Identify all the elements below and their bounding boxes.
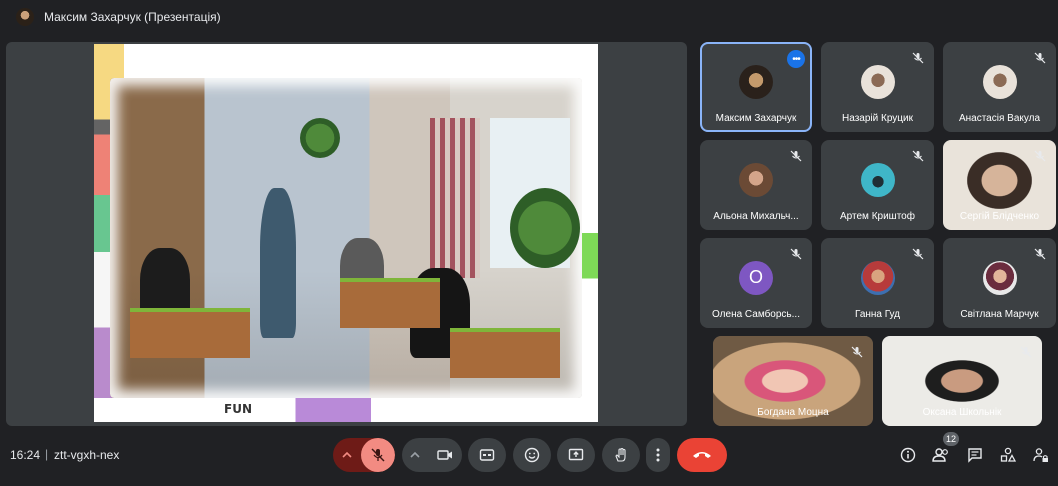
participant-tile[interactable]: О Олена Самборсь... (700, 238, 812, 328)
classroom-photo (110, 78, 582, 398)
photo-plant (300, 118, 340, 158)
captions-icon (479, 447, 495, 463)
photo-plant (510, 188, 580, 268)
more-vertical-icon (656, 448, 660, 462)
participant-avatar (860, 260, 895, 295)
participant-tile[interactable]: Альона Михальч... (700, 140, 812, 230)
participant-tile[interactable]: Богдана Моцна (713, 336, 873, 426)
participant-name: Олена Самборсь... (712, 309, 800, 320)
mic-off-icon (370, 447, 386, 463)
participant-tile[interactable]: Світлана Марчук (943, 238, 1056, 328)
mic-control-group (333, 438, 395, 472)
participant-name: Анастасія Вакула (958, 113, 1041, 124)
participant-avatar: О (739, 260, 773, 295)
photo-desk (450, 328, 560, 378)
photo-teacher (260, 188, 296, 338)
captions-button[interactable] (468, 438, 506, 472)
people-button[interactable] (931, 445, 951, 465)
tile-options-button[interactable]: ••• (787, 50, 805, 68)
camera-control-group (402, 438, 462, 472)
chat-button[interactable] (965, 445, 985, 465)
shared-slide: FUN (94, 44, 598, 422)
activities-button[interactable] (998, 445, 1018, 465)
participant-avatar (739, 162, 773, 197)
mic-off-icon (1032, 246, 1048, 262)
participant-name: Артем Криштоф (840, 211, 915, 222)
participant-name: Оксана Школьнік (922, 407, 1002, 418)
slide-doodle-bottom (94, 398, 598, 422)
top-bar: Максим Захарчук (Презентація) (0, 0, 1058, 34)
lock-person-icon (1033, 447, 1049, 463)
microphone-toggle-button[interactable] (361, 438, 395, 472)
mic-off-icon (1032, 148, 1048, 164)
video-options-button[interactable] (402, 438, 428, 472)
hang-up-icon (692, 450, 712, 460)
participant-name: Богдана Моцна (757, 407, 829, 418)
reactions-button[interactable] (513, 438, 551, 472)
participant-tile[interactable]: Оксана Школьнік (882, 336, 1042, 426)
photo-desk (130, 308, 250, 358)
participant-avatar (739, 64, 773, 99)
mic-off-icon (910, 148, 926, 164)
participant-name: Сергій Блідченко (959, 211, 1040, 222)
photo-curtain (430, 118, 480, 278)
bottom-toolbar: 16:24 | ztt-vgxh-nex 12 (0, 428, 1058, 486)
participant-name: Ганна Гуд (854, 309, 901, 320)
participant-tile[interactable]: Сергій Блідченко (943, 140, 1056, 230)
camera-toggle-button[interactable] (428, 438, 462, 472)
participant-avatar (860, 162, 895, 197)
present-screen-button[interactable] (557, 438, 595, 472)
slide-doodle-text: FUN (224, 402, 252, 416)
shapes-icon (1000, 447, 1016, 463)
chevron-up-icon (342, 450, 352, 460)
presentation-stage[interactable]: FUN (6, 42, 687, 426)
mic-off-icon (1018, 344, 1034, 360)
participant-tile[interactable]: Артем Криштоф (821, 140, 934, 230)
people-count-badge: 12 (943, 432, 960, 446)
chevron-up-icon (410, 450, 420, 460)
participant-name: Альона Михальч... (713, 211, 799, 222)
mic-off-icon (788, 246, 804, 262)
more-options-button[interactable] (646, 438, 670, 472)
mic-off-icon (910, 246, 926, 262)
info-icon (900, 447, 916, 463)
participant-name: Назарій Круцик (842, 113, 913, 124)
mic-off-icon (788, 148, 804, 164)
host-controls-button[interactable] (1031, 445, 1051, 465)
participant-tile[interactable]: ••• Максим Захарчук (700, 42, 812, 132)
emoji-icon (524, 447, 540, 463)
mic-off-icon (1032, 50, 1048, 66)
camera-icon (437, 447, 453, 463)
participant-avatar (982, 64, 1017, 99)
presentation-title: Максим Захарчук (Презентація) (44, 10, 221, 24)
participant-tile[interactable]: Назарій Круцик (821, 42, 934, 132)
participant-tile[interactable]: Ганна Гуд (821, 238, 934, 328)
chat-icon (967, 447, 983, 463)
participant-tile[interactable]: Анастасія Вакула (943, 42, 1056, 132)
participant-avatar (982, 260, 1017, 295)
footer-separator: | (45, 447, 49, 461)
meeting-details-button[interactable] (898, 445, 918, 465)
meeting-code: ztt-vgxh-nex (54, 448, 120, 462)
photo-desk (340, 278, 440, 328)
participant-name: Світлана Марчук (960, 309, 1039, 320)
leave-call-button[interactable] (677, 438, 727, 472)
participant-name: Максим Захарчук (715, 113, 797, 124)
raise-hand-button[interactable] (602, 438, 640, 472)
mic-off-icon (849, 344, 865, 360)
meeting-clock: 16:24 (10, 448, 41, 462)
people-icon (932, 447, 950, 463)
present-screen-icon (568, 447, 584, 463)
mic-off-icon (910, 50, 926, 66)
presenter-avatar (16, 8, 34, 26)
participant-avatar (860, 64, 895, 99)
hand-icon (613, 447, 629, 463)
audio-options-button[interactable] (333, 438, 361, 472)
